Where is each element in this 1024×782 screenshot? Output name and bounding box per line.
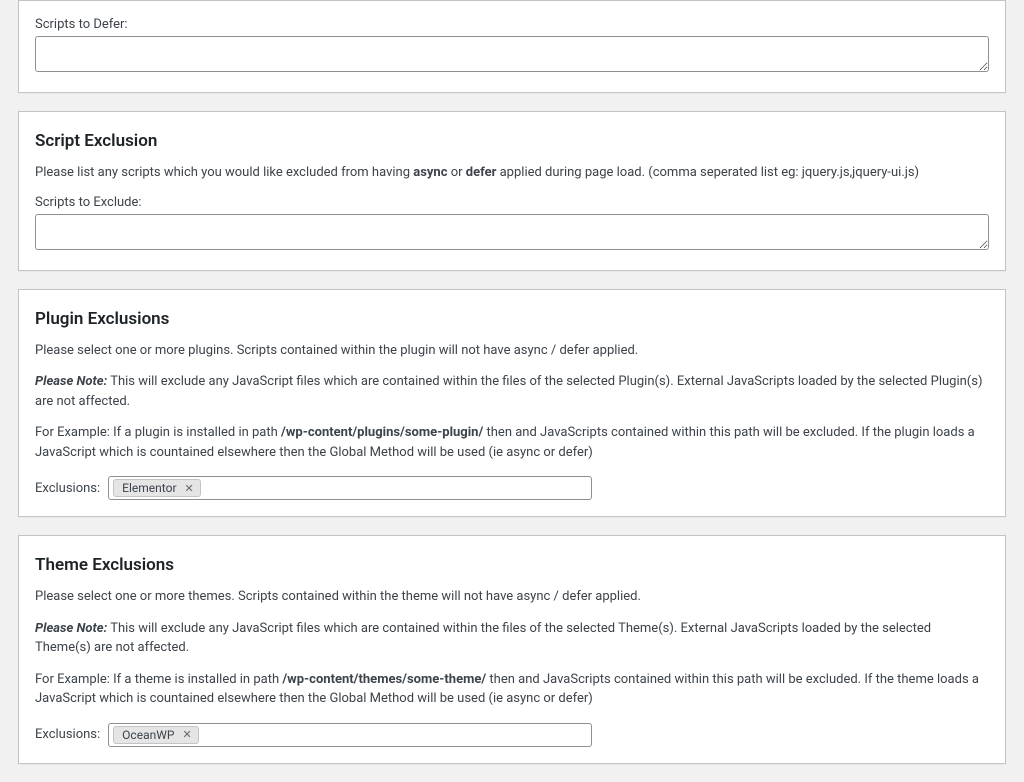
theme-exclusions-field-label: Exclusions: [35,727,100,742]
script-exclusion-card: Script Exclusion Please list any scripts… [18,111,1006,271]
theme-exclusions-intro: Please select one or more themes. Script… [35,587,989,607]
plugin-exclusions-intro: Please select one or more plugins. Scrip… [35,341,989,361]
plugin-exclusions-select[interactable]: Elementor ✕ [108,476,592,500]
theme-exclusions-note: Please Note: This will exclude any JavaS… [35,619,989,658]
theme-exclusions-input[interactable] [203,725,588,744]
theme-exclusions-card: Theme Exclusions Please select one or mo… [18,535,1006,764]
plugin-exclusions-note: Please Note: This will exclude any JavaS… [35,372,989,411]
scripts-to-exclude-input[interactable] [35,214,989,250]
plugin-exclusions-input[interactable] [205,479,587,498]
scripts-to-exclude-label: Scripts to Exclude: [35,195,989,210]
theme-exclusions-field: Exclusions: OceanWP ✕ [35,723,989,747]
plugin-exclusions-example: For Example: If a plugin is installed in… [35,423,989,462]
remove-tag-icon[interactable]: ✕ [183,483,196,494]
theme-exclusions-example: For Example: If a theme is installed in … [35,670,989,709]
script-exclusion-heading: Script Exclusion [35,131,989,151]
plugin-exclusions-tag: Elementor ✕ [113,479,201,497]
scripts-to-defer-label: Scripts to Defer: [35,17,989,32]
scripts-to-defer-card: Scripts to Defer: [18,0,1006,93]
plugin-exclusions-field-label: Exclusions: [35,481,100,496]
plugin-exclusions-heading: Plugin Exclusions [35,309,989,329]
plugin-exclusions-field: Exclusions: Elementor ✕ [35,476,989,500]
theme-exclusions-select[interactable]: OceanWP ✕ [108,723,592,747]
plugin-exclusions-card: Plugin Exclusions Please select one or m… [18,289,1006,518]
scripts-to-defer-input[interactable] [35,36,989,72]
remove-tag-icon[interactable]: ✕ [180,729,193,740]
plugin-exclusions-tag-label: Elementor [122,481,176,495]
script-exclusion-description: Please list any scripts which you would … [35,163,989,183]
theme-exclusions-tag-label: OceanWP [122,728,174,742]
theme-exclusions-tag: OceanWP ✕ [113,726,199,744]
theme-exclusions-heading: Theme Exclusions [35,555,989,575]
